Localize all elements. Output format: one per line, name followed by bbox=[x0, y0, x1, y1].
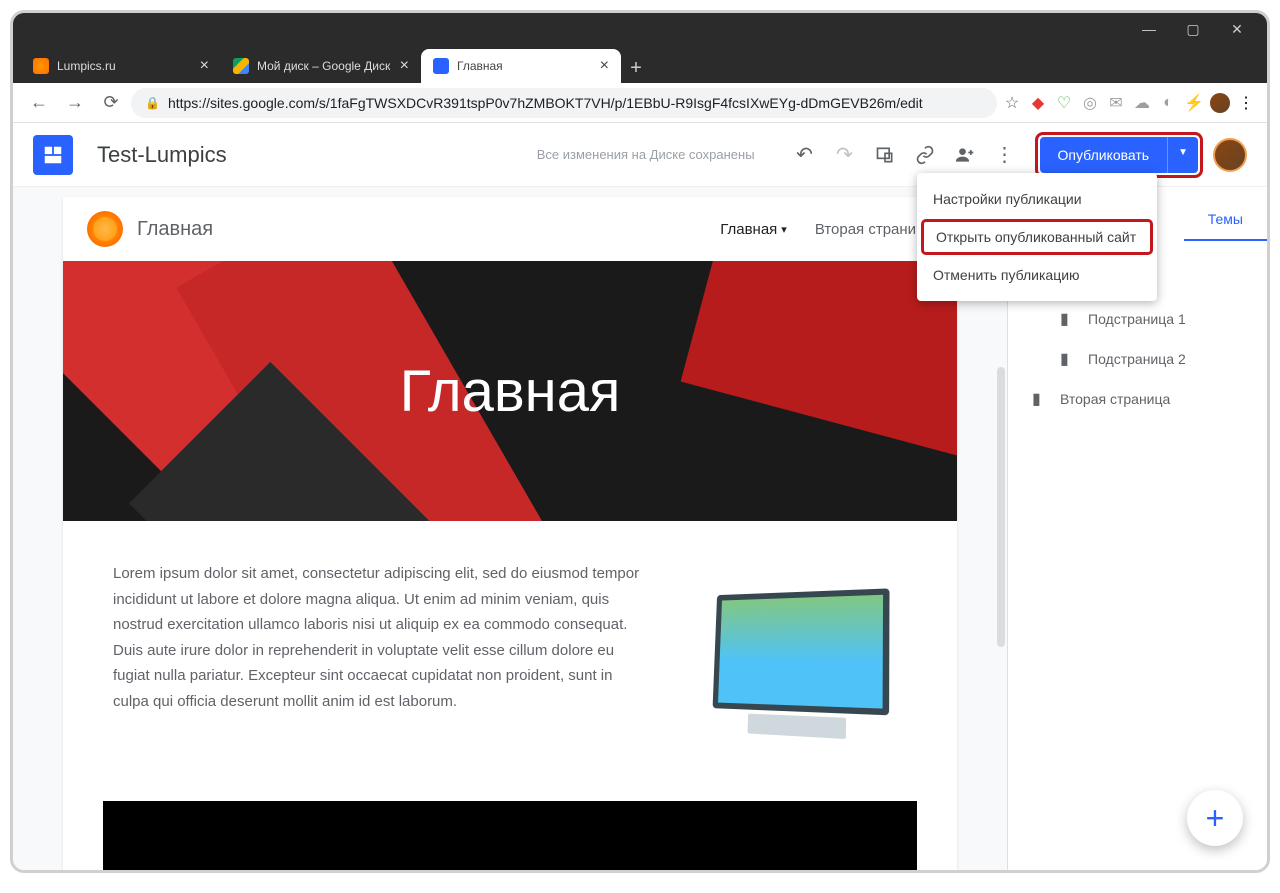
extension-icon[interactable]: ◐ bbox=[1157, 92, 1179, 114]
save-status: Все изменения на Диске сохранены bbox=[537, 147, 755, 162]
favicon-icon bbox=[233, 58, 249, 74]
publish-button[interactable]: Опубликовать bbox=[1040, 137, 1168, 173]
browser-tab-active[interactable]: Главная × bbox=[421, 49, 621, 83]
side-tab-themes[interactable]: Темы bbox=[1184, 197, 1267, 241]
browser-menu-icon[interactable]: ⋮ bbox=[1235, 92, 1257, 114]
back-button[interactable]: ← bbox=[23, 87, 55, 119]
page-icon: ▮ bbox=[1060, 309, 1078, 329]
site-title[interactable]: Test-Lumpics bbox=[97, 142, 227, 168]
reload-button[interactable]: ⟳ bbox=[95, 87, 127, 119]
favicon-icon bbox=[33, 58, 49, 74]
body-text[interactable]: Lorem ipsum dolor sit amet, consectetur … bbox=[113, 561, 647, 741]
share-button[interactable] bbox=[945, 135, 985, 175]
hero-banner[interactable]: Главная bbox=[63, 261, 957, 521]
page-tree-item[interactable]: ▮ Подстраница 1 bbox=[1024, 299, 1251, 339]
nav-link[interactable]: Вторая страница bbox=[815, 221, 933, 238]
extension-icon[interactable]: ♡ bbox=[1053, 92, 1075, 114]
nav-link-active[interactable]: Главная ▾ bbox=[720, 221, 787, 238]
extension-icon[interactable]: ✉ bbox=[1105, 92, 1127, 114]
page-tree-item[interactable]: ▮ Вторая страница bbox=[1024, 379, 1251, 419]
tab-title: Lumpics.ru bbox=[57, 59, 116, 73]
content-image[interactable] bbox=[687, 561, 907, 741]
tab-title: Главная bbox=[457, 59, 503, 73]
chevron-down-icon: ▾ bbox=[781, 223, 787, 236]
bookmark-star-icon[interactable]: ☆ bbox=[1001, 92, 1023, 114]
hero-title[interactable]: Главная bbox=[400, 358, 621, 425]
redo-button[interactable]: ↷ bbox=[825, 135, 865, 175]
site-nav: Главная Главная ▾ Вторая страница bbox=[63, 197, 957, 261]
add-page-fab[interactable]: + bbox=[1187, 790, 1243, 846]
link-button[interactable] bbox=[905, 135, 945, 175]
extension-icon[interactable]: ◎ bbox=[1079, 92, 1101, 114]
editor-canvas: Главная Главная ▾ Вторая страница Главна… bbox=[13, 187, 1007, 870]
site-logo-icon[interactable] bbox=[87, 211, 123, 247]
google-sites-logo-icon[interactable] bbox=[33, 135, 73, 175]
page-tree-item[interactable]: ▮ Подстраница 2 bbox=[1024, 339, 1251, 379]
extension-icon[interactable]: ⚡ bbox=[1183, 92, 1205, 114]
embed-block[interactable] bbox=[103, 801, 917, 870]
site-preview: Главная Главная ▾ Вторая страница Главна… bbox=[63, 197, 957, 870]
tab-close-icon[interactable]: × bbox=[600, 57, 609, 75]
menu-item-unpublish[interactable]: Отменить публикацию bbox=[917, 257, 1157, 293]
tab-title: Мой диск – Google Диск bbox=[257, 59, 390, 73]
extension-icon[interactable]: ◆ bbox=[1027, 92, 1049, 114]
site-page-title[interactable]: Главная bbox=[137, 218, 213, 241]
lock-icon: 🔒 bbox=[145, 96, 160, 110]
undo-button[interactable]: ↶ bbox=[785, 135, 825, 175]
page-icon: ▮ bbox=[1060, 349, 1078, 369]
tab-close-icon[interactable]: × bbox=[200, 57, 209, 75]
profile-avatar-icon[interactable] bbox=[1209, 92, 1231, 114]
browser-tabstrip: Lumpics.ru × Мой диск – Google Диск × Гл… bbox=[13, 45, 1267, 83]
window-minimize-button[interactable]: — bbox=[1127, 13, 1171, 45]
browser-tab[interactable]: Lumpics.ru × bbox=[21, 49, 221, 83]
new-tab-button[interactable]: + bbox=[621, 53, 651, 83]
menu-item-open-published[interactable]: Открыть опубликованный сайт bbox=[921, 219, 1153, 255]
browser-tab[interactable]: Мой диск – Google Диск × bbox=[221, 49, 421, 83]
user-avatar[interactable] bbox=[1213, 138, 1247, 172]
browser-address-bar: ← → ⟳ 🔒 https://sites.google.com/s/1faFg… bbox=[13, 83, 1267, 123]
more-menu-button[interactable]: ⋮ bbox=[985, 135, 1025, 175]
publish-dropdown-menu: Настройки публикации Открыть опубликован… bbox=[917, 173, 1157, 301]
page-icon: ▮ bbox=[1032, 389, 1050, 409]
tab-close-icon[interactable]: × bbox=[400, 57, 409, 75]
extension-icon[interactable]: ☁ bbox=[1131, 92, 1153, 114]
url-input[interactable]: 🔒 https://sites.google.com/s/1faFgTWSXDC… bbox=[131, 88, 997, 118]
window-close-button[interactable]: ✕ bbox=[1215, 13, 1259, 45]
content-block[interactable]: Lorem ipsum dolor sit amet, consectetur … bbox=[63, 521, 957, 781]
window-titlebar: — ▢ ✕ bbox=[13, 13, 1267, 45]
scrollbar-thumb[interactable] bbox=[997, 367, 1005, 647]
monitor-illustration-icon bbox=[713, 588, 890, 715]
publish-dropdown-button[interactable]: ▼ bbox=[1167, 137, 1198, 173]
forward-button[interactable]: → bbox=[59, 87, 91, 119]
preview-button[interactable] bbox=[865, 135, 905, 175]
menu-item-publish-settings[interactable]: Настройки публикации bbox=[917, 181, 1157, 217]
publish-button-highlight: Опубликовать ▼ bbox=[1035, 132, 1203, 178]
favicon-icon bbox=[433, 58, 449, 74]
url-text: https://sites.google.com/s/1faFgTWSXDCvR… bbox=[168, 95, 923, 111]
window-maximize-button[interactable]: ▢ bbox=[1171, 13, 1215, 45]
